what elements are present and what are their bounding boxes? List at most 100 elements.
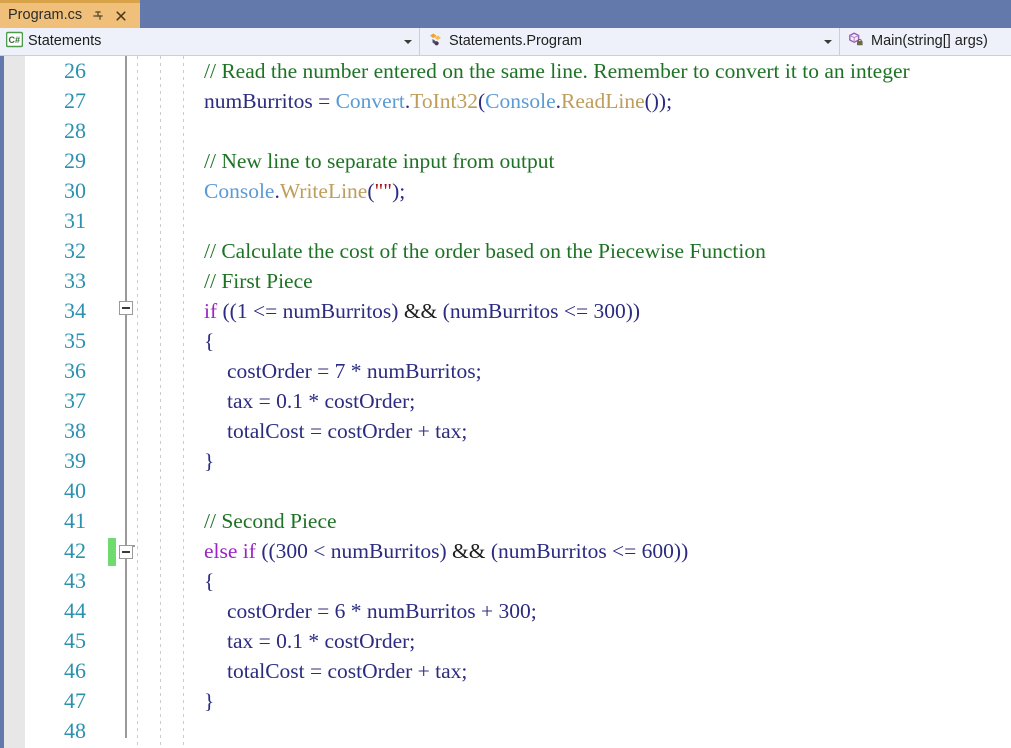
token-comment: // New line to separate input from outpu… — [204, 149, 555, 173]
code-line[interactable]: 33 // First Piece — [0, 266, 1011, 296]
code-line[interactable]: 26 // Read the number entered on the same… — [0, 56, 1011, 86]
code-line-text: costOrder = 7 * numBurritos; — [204, 356, 482, 386]
token-type: Convert — [335, 89, 405, 113]
line-number: 30 — [64, 178, 86, 203]
line-number: 46 — [64, 658, 86, 683]
token-comment: // Read the number entered on the same l… — [204, 59, 910, 83]
token-method: ToInt32 — [410, 89, 478, 113]
token-plain: numBurritos = — [204, 89, 336, 113]
token-plain: totalCost = costOrder + tax; — [227, 419, 468, 443]
token-method: WriteLine — [279, 179, 368, 203]
token-type: Console — [485, 89, 556, 113]
token-op: && — [452, 539, 486, 563]
code-line-text: if ((1 <= numBurritos) && (numBurritos <… — [204, 296, 640, 326]
code-line-text: tax = 0.1 * costOrder; — [204, 626, 415, 656]
code-line[interactable]: 32 // Calculate the cost of the order bas… — [0, 236, 1011, 266]
code-line-text: else if ((300 < numBurritos) && (numBurr… — [204, 536, 688, 566]
code-line[interactable]: 44 costOrder = 6 * numBurritos + 300; — [0, 596, 1011, 626]
code-line[interactable]: 41 // Second Piece — [0, 506, 1011, 536]
line-number: 27 — [64, 88, 86, 113]
token-comment: // Second Piece — [204, 509, 337, 533]
token-punct: ( — [367, 179, 375, 203]
navbar-type-dropdown[interactable]: Statements.Program — [420, 28, 840, 55]
visual-studio-editor-window: Program.cs C# Statements Statements.Prog… — [0, 0, 1011, 748]
close-icon[interactable] — [114, 9, 128, 23]
code-line-text: // Calculate the cost of the order based… — [204, 236, 766, 266]
token-plain: tax = 0.1 * costOrder; — [227, 629, 416, 653]
code-line[interactable]: 48 — [0, 716, 1011, 746]
code-line-text: numBurritos = Convert.ToInt32(Console.Re… — [204, 86, 672, 116]
chevron-down-icon[interactable] — [824, 39, 832, 44]
code-line[interactable]: 47} — [0, 686, 1011, 716]
code-line-text: costOrder = 6 * numBurritos + 300; — [204, 596, 537, 626]
navbar-project-dropdown[interactable]: C# Statements — [0, 28, 420, 55]
svg-text:C#: C# — [9, 35, 21, 45]
token-plain: tax = 0.1 * costOrder; — [227, 389, 416, 413]
line-number: 44 — [64, 598, 86, 623]
line-number: 45 — [64, 628, 86, 653]
code-line[interactable]: 45 tax = 0.1 * costOrder; — [0, 626, 1011, 656]
line-number: 42 — [64, 538, 86, 563]
pin-icon[interactable] — [91, 9, 105, 23]
code-line-text: totalCost = costOrder + tax; — [204, 416, 467, 446]
navbar-member-dropdown[interactable]: Main(string[] args) — [840, 28, 1011, 55]
token-keyword: else if — [204, 539, 256, 563]
code-line[interactable]: 35 { — [0, 326, 1011, 356]
code-line[interactable]: 36 costOrder = 7 * numBurritos; — [0, 356, 1011, 386]
line-number: 47 — [64, 688, 86, 713]
token-string: "" — [374, 179, 393, 203]
token-plain: costOrder = 7 * numBurritos; — [227, 359, 482, 383]
token-plain: ((1 <= numBurritos) — [217, 299, 404, 323]
code-line[interactable]: 38 totalCost = costOrder + tax; — [0, 416, 1011, 446]
line-number: 43 — [64, 568, 86, 593]
token-type: Console — [204, 179, 275, 203]
line-number: 35 — [64, 328, 86, 353]
code-line[interactable]: 29 // New line to separate input from out… — [0, 146, 1011, 176]
class-icon — [427, 31, 444, 53]
code-line[interactable]: 37 tax = 0.1 * costOrder; — [0, 386, 1011, 416]
token-plain: } — [204, 449, 215, 473]
document-tab-label: Program.cs — [8, 7, 83, 24]
navbar-type-label: Statements.Program — [449, 33, 582, 50]
code-line[interactable]: 40 — [0, 476, 1011, 506]
code-line-text: // First Piece — [204, 266, 313, 296]
code-line-text: // Read the number entered on the same l… — [204, 56, 910, 86]
code-line[interactable]: 34 if ((1 <= numBurritos) && (numBurritos… — [0, 296, 1011, 326]
line-number: 36 — [64, 358, 86, 383]
code-line-text: tax = 0.1 * costOrder; — [204, 386, 415, 416]
line-number: 41 — [64, 508, 86, 533]
navbar-member-label: Main(string[] args) — [871, 33, 988, 50]
method-private-icon — [847, 31, 866, 53]
token-method: ReadLine — [561, 89, 645, 113]
line-number: 26 — [64, 58, 86, 83]
code-line-text: // Second Piece — [204, 506, 337, 536]
line-number: 28 — [64, 118, 86, 143]
code-line-text: { — [204, 566, 214, 596]
document-tab-program-cs[interactable]: Program.cs — [0, 0, 140, 28]
line-number: 38 — [64, 418, 86, 443]
token-plain: totalCost = costOrder + tax; — [227, 659, 468, 683]
csharp-file-icon: C# — [5, 31, 24, 53]
code-line[interactable]: 27 numBurritos = Convert.ToInt32(Console.… — [0, 86, 1011, 116]
token-plain: { — [204, 569, 215, 593]
token-punct: ); — [392, 179, 406, 203]
chevron-down-icon[interactable] — [404, 39, 412, 44]
code-line[interactable]: 28 — [0, 116, 1011, 146]
line-number: 48 — [64, 718, 86, 743]
token-plain: { — [204, 329, 215, 353]
code-line[interactable]: 46 totalCost = costOrder + tax; — [0, 656, 1011, 686]
code-line-text: { — [204, 326, 214, 356]
code-editor-surface[interactable]: 26 // Read the number entered on the same… — [0, 56, 1011, 748]
code-line-text: totalCost = costOrder + tax; — [204, 656, 467, 686]
code-line[interactable]: 42 else if ((300 < numBurritos) && (numBu… — [0, 536, 1011, 566]
line-number: 34 — [64, 298, 86, 323]
code-line[interactable]: 43 { — [0, 566, 1011, 596]
code-line[interactable]: 39} — [0, 446, 1011, 476]
token-keyword: if — [204, 299, 218, 323]
code-line[interactable]: 31 — [0, 206, 1011, 236]
token-plain: } — [204, 689, 215, 713]
code-line-text: // New line to separate input from outpu… — [204, 146, 555, 176]
token-plain: (numBurritos <= 300)) — [437, 299, 641, 323]
code-line[interactable]: 30 Console.WriteLine(""); — [0, 176, 1011, 206]
code-lines-container[interactable]: 26 // Read the number entered on the same… — [0, 56, 1011, 746]
